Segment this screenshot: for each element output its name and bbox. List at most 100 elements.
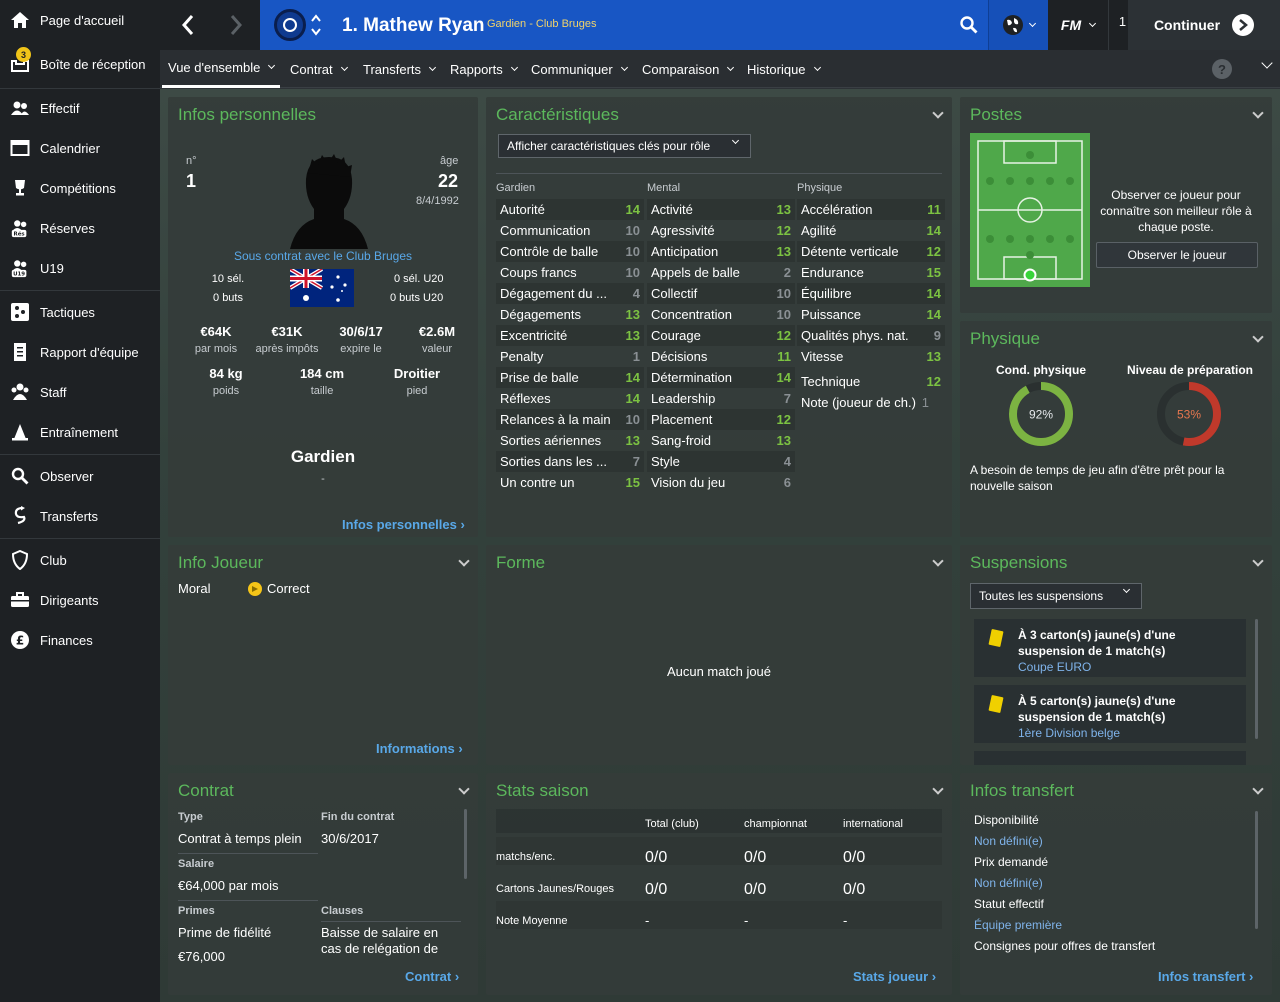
sidebar-item-training[interactable]: Entraînement <box>0 412 160 452</box>
attribute-row[interactable]: Placement 12 <box>647 409 795 430</box>
attribute-row[interactable]: Excentricité 13 <box>496 325 644 346</box>
sidebar-item-club[interactable]: Club <box>0 540 160 580</box>
tab-overview[interactable]: Vue d'ensemble <box>162 50 281 88</box>
value-label: valeur <box>422 343 452 355</box>
attribute-row[interactable]: Sang-froid 13 <box>647 430 795 451</box>
tab-contract[interactable]: Contrat <box>290 50 348 88</box>
back-button[interactable] <box>164 0 212 50</box>
chevron-down-icon[interactable] <box>1252 783 1264 795</box>
contract-scrollbar[interactable] <box>464 809 467 879</box>
sidebar-item-staff[interactable]: Staff <box>0 372 160 412</box>
squad-status-value[interactable]: Équipe première <box>974 918 1062 932</box>
sidebar-item-reserves[interactable]: Rés Réserves <box>0 208 160 248</box>
transfer-info-link[interactable]: Infos transfert › <box>1158 969 1253 984</box>
attribute-role-filter-dropdown[interactable]: Afficher caractéristiques clés pour rôle <box>498 134 751 158</box>
scout-player-button[interactable]: Observer le joueur <box>1096 242 1258 268</box>
suspension-item-partial <box>974 751 1246 765</box>
attr-value: 10 <box>776 307 791 322</box>
help-icon[interactable]: ? <box>1212 59 1232 79</box>
search-button[interactable] <box>950 0 988 50</box>
attribute-row[interactable]: Concentration 10 <box>647 304 795 325</box>
attr-value: 13 <box>625 307 640 322</box>
attribute-row[interactable]: Équilibre 14 <box>797 283 945 304</box>
club-switch-icon[interactable] <box>310 13 322 37</box>
sidebar-item-competitions[interactable]: Compétitions <box>0 168 160 208</box>
transfer-scrollbar[interactable] <box>1255 811 1258 929</box>
chevron-down-icon[interactable] <box>1252 107 1264 119</box>
attribute-row[interactable]: Penalty 1 <box>496 346 644 367</box>
attribute-row[interactable]: Activité 13 <box>647 199 795 220</box>
personal-info-link[interactable]: Infos personnelles › <box>342 517 465 532</box>
information-link[interactable]: Informations › <box>376 741 463 756</box>
attribute-row[interactable]: Collectif 10 <box>647 283 795 304</box>
attribute-row[interactable]: Détente verticale 12 <box>797 241 945 262</box>
attribute-row[interactable]: Agilité 14 <box>797 220 945 241</box>
attribute-row[interactable]: Décisions 11 <box>647 346 795 367</box>
attribute-row[interactable]: Détermination 14 <box>647 367 795 388</box>
sidebar-item-finances[interactable]: £ Finances <box>0 620 160 660</box>
attribute-row[interactable]: Qualités phys. nat. 9 <box>797 325 945 346</box>
attribute-row[interactable]: Accélération 11 <box>797 199 945 220</box>
attribute-row[interactable]: Réflexes 14 <box>496 388 644 409</box>
attribute-row[interactable]: Puissance 14 <box>797 304 945 325</box>
tab-history[interactable]: Historique <box>747 50 821 88</box>
sidebar-item-calendar[interactable]: Calendrier <box>0 128 160 168</box>
forward-button[interactable] <box>212 0 260 50</box>
attribute-row[interactable]: Dégagements 13 <box>496 304 644 325</box>
sidebar-item-transfers[interactable]: Transferts <box>0 496 160 536</box>
sidebar-item-u19[interactable]: U19 U19 <box>0 248 160 288</box>
attribute-row[interactable]: Relances à la main 10 <box>496 409 644 430</box>
tab-communicate[interactable]: Communiquer <box>531 50 628 88</box>
sidebar-item-tactics[interactable]: Tactiques <box>0 292 160 332</box>
sidebar-item-scouting[interactable]: Observer <box>0 456 160 496</box>
sidebar-item-home[interactable]: Page d'accueil <box>0 0 160 40</box>
sidebar-item-squad[interactable]: Effectif <box>0 88 160 128</box>
contract-club-link[interactable]: Sous contrat avec le Club Bruges <box>168 249 478 263</box>
attribute-row[interactable]: Courage 12 <box>647 325 795 346</box>
attribute-row[interactable]: Sorties dans les ... 7 <box>496 451 644 472</box>
panel-title: Contrat <box>178 781 234 800</box>
attribute-row[interactable]: Communication 10 <box>496 220 644 241</box>
globe-menu-button[interactable] <box>988 0 1048 50</box>
attribute-row[interactable]: Endurance 15 <box>797 262 945 283</box>
attribute-row[interactable]: Autorité 14 <box>496 199 644 220</box>
attribute-row[interactable]: Vitesse 13 <box>797 346 945 367</box>
yellow-card-icon <box>988 628 1004 648</box>
attribute-row[interactable]: Coups francs 10 <box>496 262 644 283</box>
availability-value[interactable]: Non défini(e) <box>974 834 1043 848</box>
sidebar-item-inbox[interactable]: 3 Boîte de réception <box>0 44 160 84</box>
u19-icon-text: U19 <box>13 272 25 278</box>
contract-link[interactable]: Contrat › <box>405 969 459 984</box>
attribute-row[interactable]: Un contre un 15 <box>496 472 644 493</box>
chevron-down-icon[interactable] <box>932 107 944 119</box>
chevron-down-icon[interactable] <box>1252 331 1264 343</box>
attribute-row[interactable]: Sorties aériennes 13 <box>496 430 644 451</box>
attribute-row[interactable]: Anticipation 13 <box>647 241 795 262</box>
attribute-row[interactable]: Dégagement du ... 4 <box>496 283 644 304</box>
asking-price-value[interactable]: Non défini(e) <box>974 876 1043 890</box>
continue-button[interactable]: Continuer <box>1128 0 1280 50</box>
attribute-row[interactable]: Style 4 <box>647 451 795 472</box>
chevron-down-icon[interactable] <box>458 555 470 567</box>
player-stats-link[interactable]: Stats joueur › <box>853 969 936 984</box>
tab-reports[interactable]: Rapports <box>450 50 518 88</box>
chevron-down-icon[interactable] <box>932 783 944 795</box>
suspensions-filter-dropdown[interactable]: Toutes les suspensions <box>970 583 1142 609</box>
sidebar-item-board[interactable]: Dirigeants <box>0 580 160 620</box>
tab-bar-menu-chevron-icon[interactable] <box>1261 57 1273 69</box>
tab-comparison[interactable]: Comparaison <box>642 50 735 88</box>
chevron-down-icon[interactable] <box>1252 555 1264 567</box>
sidebar-item-team-report[interactable]: Rapport d'équipe <box>0 332 160 372</box>
fm-menu-button[interactable]: FM <box>1048 0 1108 50</box>
suspensions-scrollbar[interactable] <box>1255 619 1258 739</box>
attribute-row[interactable]: Prise de balle 14 <box>496 367 644 388</box>
attribute-row[interactable]: Leadership 7 <box>647 388 795 409</box>
chevron-down-icon[interactable] <box>932 555 944 567</box>
attribute-row[interactable]: Agressivité 12 <box>647 220 795 241</box>
attribute-row[interactable]: Contrôle de balle 10 <box>496 241 644 262</box>
attribute-row[interactable]: Vision du jeu 6 <box>647 472 795 493</box>
attribute-row[interactable]: Appels de balle 2 <box>647 262 795 283</box>
tab-transfers[interactable]: Transferts <box>363 50 437 88</box>
club-crest-icon[interactable] <box>274 9 306 41</box>
chevron-down-icon[interactable] <box>458 783 470 795</box>
